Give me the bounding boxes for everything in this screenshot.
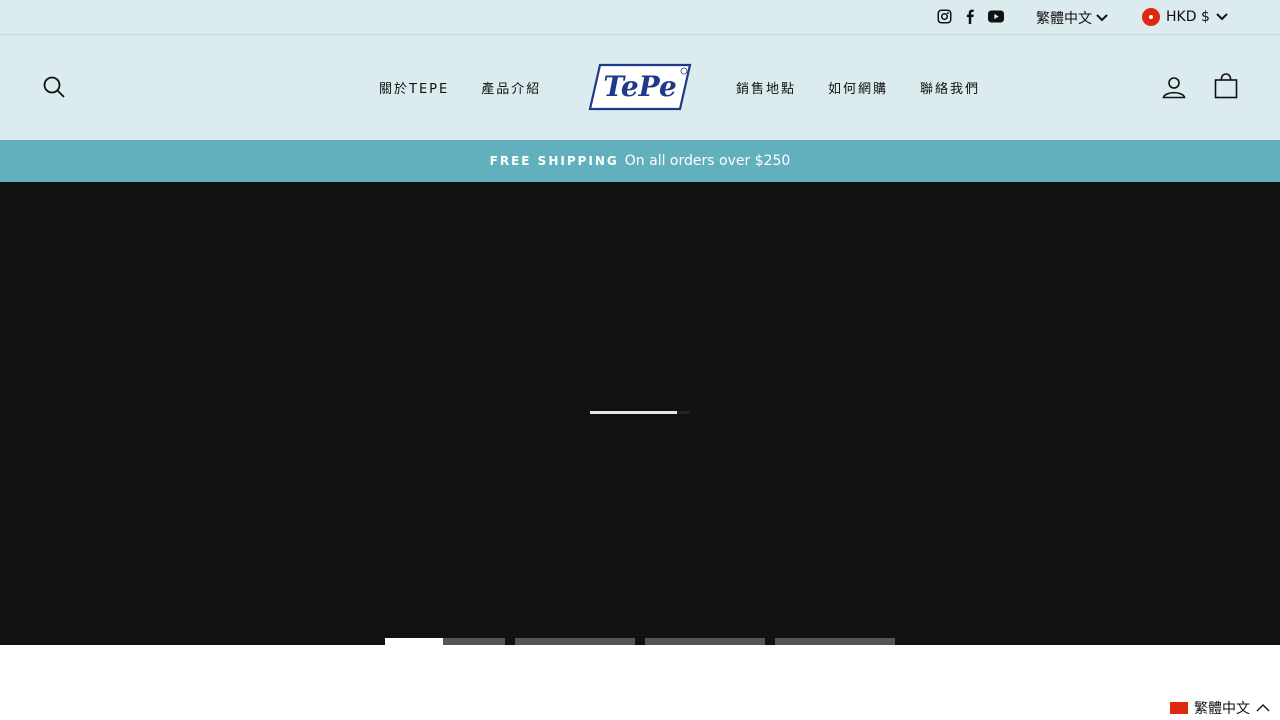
chevron-down-icon — [1216, 9, 1228, 25]
youtube-icon[interactable] — [988, 7, 1004, 25]
facebook-icon[interactable] — [962, 7, 978, 25]
chevron-down-icon — [1096, 10, 1108, 26]
utility-bar: 繁體中文 HKD $ — [0, 0, 1280, 35]
hk-flag-icon — [1142, 8, 1160, 26]
hk-flag-icon — [1170, 702, 1188, 714]
nav-item-how-to-buy[interactable]: 如何網購 — [828, 78, 888, 97]
slide-dot-4[interactable] — [775, 638, 895, 645]
nav-right: 銷售地點 如何網購 聯絡我們 — [736, 78, 980, 97]
announcement-text: On all orders over $250 — [624, 153, 791, 169]
search-icon[interactable] — [42, 75, 66, 99]
nav-item-products[interactable]: 產品介紹 — [481, 78, 541, 97]
language-selector[interactable]: 繁體中文 — [1036, 8, 1108, 28]
social-links — [936, 7, 1004, 25]
currency-selector[interactable]: HKD $ — [1142, 8, 1228, 26]
logo-text: TePe — [603, 70, 677, 103]
language-float-label: 繁體中文 — [1194, 701, 1250, 717]
site-header: 關於TEPE 產品介紹 TePe 銷售地點 如何網購 聯絡我們 — [0, 35, 1280, 140]
slide-dot-progress — [385, 638, 443, 645]
slide-dot-1[interactable] — [385, 638, 505, 645]
slide-pagination — [385, 638, 895, 645]
nav-left: 關於TEPE 產品介紹 — [379, 78, 541, 97]
chevron-up-icon — [1256, 700, 1270, 716]
slide-loader-fill — [590, 411, 677, 414]
nav-item-stores[interactable]: 銷售地點 — [736, 78, 796, 97]
instagram-icon[interactable] — [936, 7, 952, 25]
currency-label: HKD $ — [1166, 9, 1210, 25]
slide-dot-3[interactable] — [645, 638, 765, 645]
nav-item-about[interactable]: 關於TEPE — [379, 78, 449, 97]
slide-loader — [590, 411, 690, 414]
language-float-switcher[interactable]: 繁體中文 — [1170, 698, 1270, 718]
language-label: 繁體中文 — [1036, 11, 1092, 27]
nav-item-contact[interactable]: 聯絡我們 — [920, 78, 980, 97]
cart-icon[interactable] — [1214, 73, 1238, 99]
slide-dot-2[interactable] — [515, 638, 635, 645]
tepe-logo[interactable]: TePe — [588, 63, 692, 111]
account-icon[interactable] — [1162, 75, 1186, 99]
hero-slideshow — [0, 182, 1280, 645]
announcement-strong: FREE SHIPPING — [489, 154, 619, 168]
announcement-bar: FREE SHIPPING On all orders over $250 — [0, 140, 1280, 182]
